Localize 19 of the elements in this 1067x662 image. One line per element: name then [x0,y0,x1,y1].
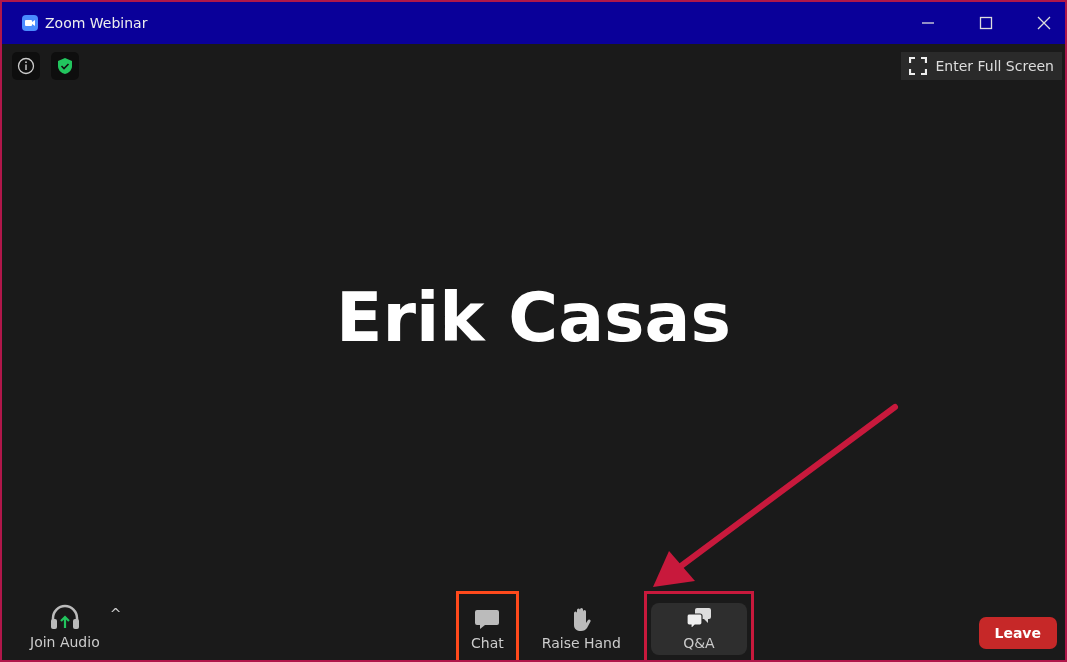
caret-icon[interactable]: ^ [109,606,122,622]
raise-hand-button[interactable]: Raise Hand [533,603,629,655]
q-and-a-button[interactable]: Q&A [650,603,747,655]
close-icon[interactable] [1037,16,1051,30]
info-button[interactable] [12,52,40,80]
speaker-name: Erik Casas [336,277,731,357]
shield-check-icon [56,57,74,75]
fullscreen-icon [909,57,928,75]
chat-button[interactable]: Chat [463,603,512,655]
maximize-icon[interactable] [979,16,993,30]
fullscreen-button[interactable]: Enter Full Screen [901,52,1062,80]
leave-button[interactable]: Leave [978,617,1057,649]
window-title: Zoom Webinar [45,15,148,31]
security-button[interactable] [51,52,79,80]
headphones-icon [49,604,80,630]
app-logo-icon [22,15,38,31]
speech-bubble-icon [474,607,501,631]
info-icon [17,57,35,75]
join-audio-button[interactable]: Join Audio [22,600,108,654]
